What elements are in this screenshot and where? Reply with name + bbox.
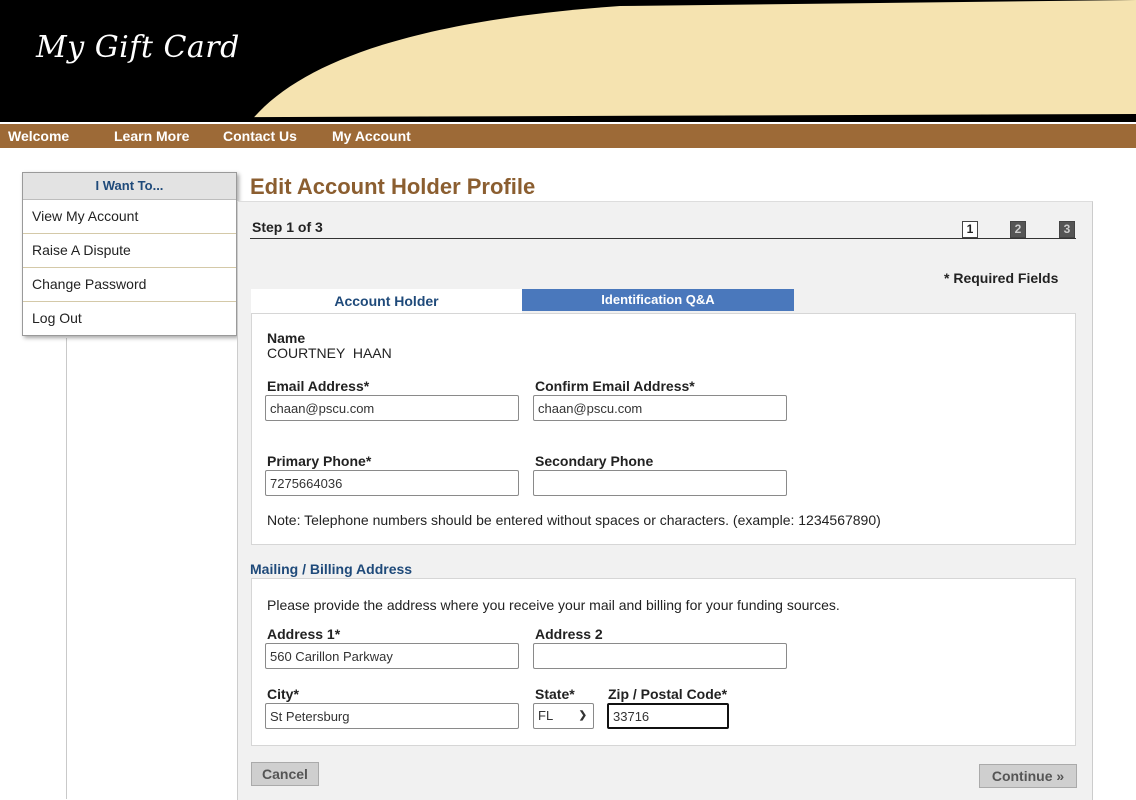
cancel-button[interactable]: Cancel	[251, 762, 319, 786]
address2-label: Address 2	[535, 626, 603, 642]
address2-input[interactable]	[533, 643, 787, 669]
confirm-email-label: Confirm Email Address*	[535, 378, 695, 394]
name-label: Name	[267, 330, 306, 346]
step-indicator-1: 1	[962, 221, 978, 238]
name-value: COURTNEY HAAN	[267, 345, 392, 361]
nav-learn-more[interactable]: Learn More	[114, 124, 189, 148]
sidebar-item-log-out[interactable]: Log Out	[23, 302, 236, 335]
email-input[interactable]	[265, 395, 519, 421]
city-label: City*	[267, 686, 299, 702]
sidebar-menu: I Want To... View My Account Raise A Dis…	[22, 172, 237, 336]
email-label: Email Address*	[267, 378, 370, 394]
content-border-line	[66, 338, 67, 799]
confirm-email-input[interactable]	[533, 395, 787, 421]
address1-input[interactable]	[265, 643, 519, 669]
nav-welcome[interactable]: Welcome	[8, 124, 69, 148]
sidebar-item-raise-dispute[interactable]: Raise A Dispute	[23, 234, 236, 268]
continue-button[interactable]: Continue »	[979, 764, 1077, 788]
nav-contact-us[interactable]: Contact Us	[223, 124, 297, 148]
tab-identification-qa[interactable]: Identification Q&A	[522, 289, 794, 311]
secondary-phone-label: Secondary Phone	[535, 453, 654, 469]
nav-bar: Welcome Learn More Contact Us My Account	[0, 124, 1136, 148]
nav-my-account[interactable]: My Account	[332, 124, 411, 148]
zip-input[interactable]	[607, 703, 729, 729]
zip-label: Zip / Postal Code*	[608, 686, 728, 702]
state-label: State*	[535, 686, 575, 702]
sidebar-item-view-account[interactable]: View My Account	[23, 200, 236, 234]
address-intro: Please provide the address where you rec…	[267, 597, 840, 613]
step-indicator-2: 2	[1010, 221, 1026, 238]
tab-account-holder[interactable]: Account Holder	[251, 289, 522, 313]
city-input[interactable]	[265, 703, 519, 729]
logo[interactable]: My Gift Card	[36, 30, 240, 65]
address1-label: Address 1*	[267, 626, 341, 642]
state-select-value: FL	[538, 708, 554, 723]
sidebar-item-change-password[interactable]: Change Password	[23, 268, 236, 302]
mailing-address-title: Mailing / Billing Address	[250, 561, 413, 577]
chevron-down-icon: ❯	[578, 710, 587, 721]
required-fields-note: * Required Fields	[944, 270, 1059, 286]
page-title: Edit Account Holder Profile	[250, 174, 536, 199]
step-label: Step 1 of 3	[252, 219, 323, 235]
state-select[interactable]: FL ❯	[533, 703, 594, 729]
sidebar-title: I Want To...	[23, 173, 236, 200]
step-indicator-3: 3	[1059, 221, 1075, 238]
secondary-phone-input[interactable]	[533, 470, 787, 496]
site-header: My Gift Card	[0, 0, 1136, 122]
phone-note: Note: Telephone numbers should be entere…	[267, 512, 881, 528]
step-divider	[250, 238, 1076, 239]
primary-phone-label: Primary Phone*	[267, 453, 372, 469]
primary-phone-input[interactable]	[265, 470, 519, 496]
